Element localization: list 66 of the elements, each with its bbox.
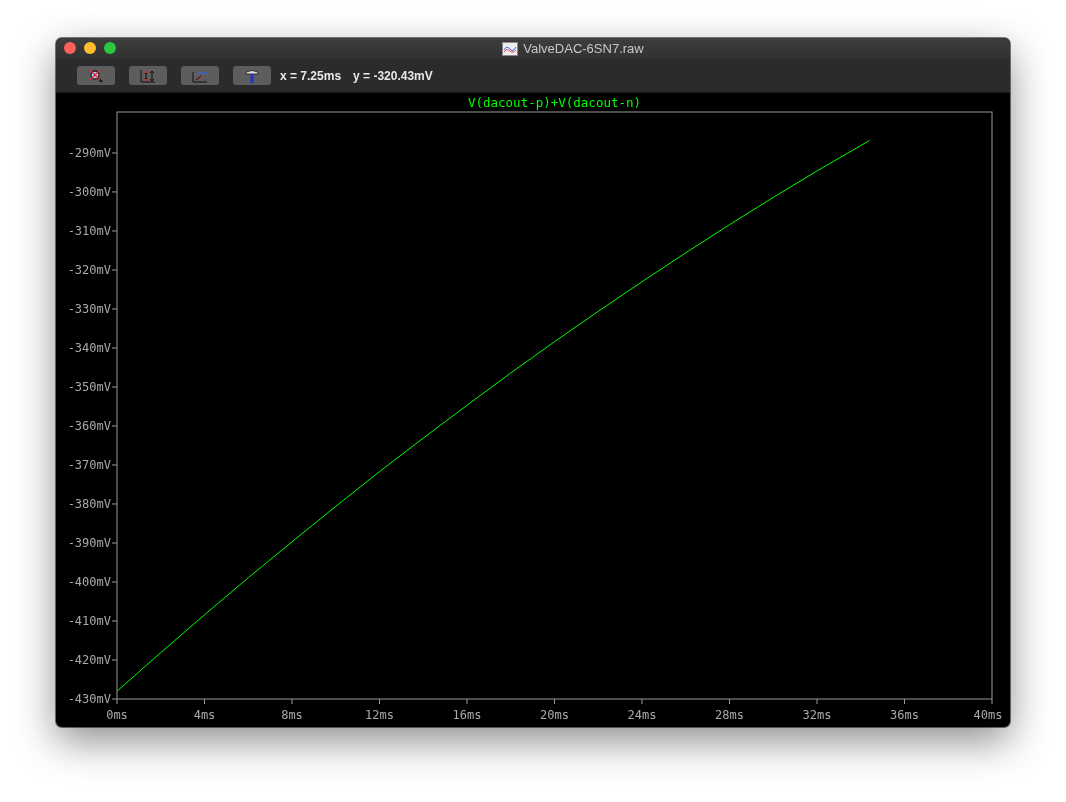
y-tick-label: -390mV (67, 536, 111, 550)
zoom-cancel-icon (88, 68, 104, 83)
x-tick (116, 698, 118, 705)
y-tick-label: -400mV (67, 575, 111, 589)
y-tick (111, 503, 118, 505)
x-tick (466, 698, 468, 705)
y-tick (111, 542, 118, 544)
x-tick-label: 28ms (715, 708, 744, 722)
x-tick-label: 4ms (193, 708, 216, 722)
x-tick-label: 36ms (890, 708, 919, 722)
x-tick (379, 698, 380, 705)
y-tick (111, 308, 118, 310)
x-tick-label: 12ms (365, 708, 394, 722)
y-tick (111, 581, 118, 583)
y-tick (111, 386, 118, 388)
window-title: ValveDAC-6SN7.raw (523, 41, 644, 56)
x-tick-label: 16ms (452, 708, 482, 722)
hammer-button[interactable] (233, 66, 271, 85)
y-tick (111, 464, 118, 466)
y-tick (111, 698, 118, 700)
y-tick (111, 659, 118, 661)
y-tick (111, 191, 118, 193)
cursor-x-readout: x = 7.25ms (280, 68, 342, 83)
y-tick-label: -420mV (67, 653, 111, 667)
y-tick-label: -360mV (67, 419, 111, 433)
y-tick-label: -430mV (67, 692, 111, 706)
y-tick-label: -310mV (67, 223, 111, 238)
y-tick-label: -410mV (67, 614, 111, 628)
y-tick-label: -300mV (67, 184, 111, 199)
y-tick-label: -350mV (67, 379, 111, 394)
autorange-button[interactable] (129, 66, 167, 85)
x-tick-label: 24ms (627, 708, 657, 722)
maximize-button[interactable] (104, 42, 116, 54)
y-tick-label: -290mV (67, 145, 111, 160)
y-tick (111, 230, 118, 232)
y-tick (111, 269, 118, 271)
y-tick-label: -330mV (67, 301, 111, 316)
y-tick-label: -380mV (67, 497, 111, 511)
close-button[interactable] (64, 42, 76, 54)
y-tick (111, 347, 118, 349)
y-tick-label: -320mV (67, 262, 111, 277)
x-tick (904, 698, 905, 705)
y-tick (111, 425, 118, 427)
y-tick-label: -340mV (67, 340, 111, 355)
x-tick (291, 698, 293, 705)
x-tick (729, 698, 730, 705)
y-tick (111, 152, 118, 154)
x-tick-label: 20ms (540, 708, 569, 722)
x-tick (554, 698, 555, 705)
y-tick-label: -370mV (67, 458, 111, 472)
hammer-icon (244, 68, 260, 83)
trace-label: V(dacout-p)+V(dacout-n) (467, 95, 642, 110)
zoom-cancel-button[interactable] (77, 66, 115, 85)
autorange-icon (140, 68, 156, 83)
x-tick (641, 698, 643, 705)
x-tick (204, 698, 205, 705)
waveform-document-icon (502, 41, 519, 56)
cursor-y-readout: y = -320.43mV (353, 68, 433, 83)
x-tick-label: 8ms (281, 708, 303, 722)
x-tick (991, 698, 993, 705)
minimize-button[interactable] (84, 42, 96, 54)
x-tick-label: 32ms (802, 708, 832, 722)
x-tick-label: 40ms (973, 708, 1003, 722)
y-tick (111, 620, 118, 622)
x-tick (816, 698, 818, 705)
x-tick-label: 0ms (106, 708, 128, 722)
